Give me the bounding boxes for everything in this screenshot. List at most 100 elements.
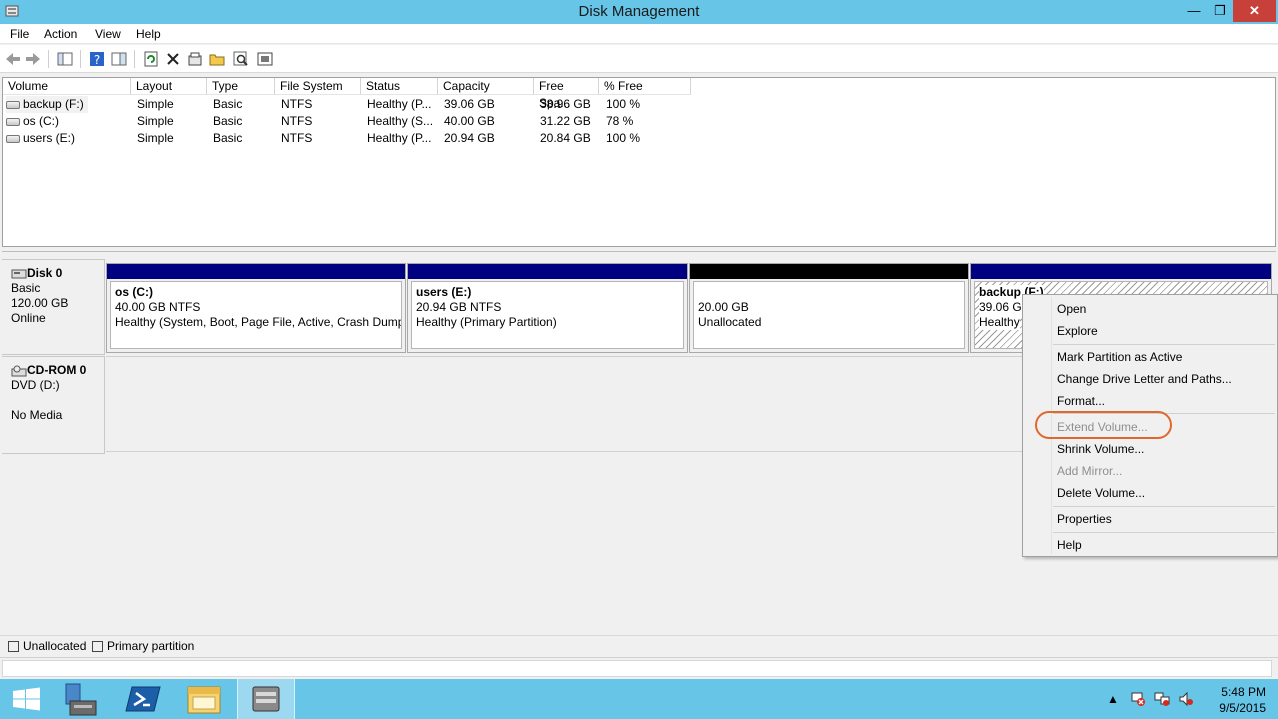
menu-item-delete-volume[interactable]: Delete Volume... xyxy=(1057,485,1145,501)
menu-item-change-drive-letter[interactable]: Change Drive Letter and Paths... xyxy=(1057,371,1232,387)
table-row[interactable]: users (E:) Simple Basic NTFS Healthy (P.… xyxy=(3,130,703,147)
search-icon[interactable] xyxy=(232,50,250,68)
menu-help[interactable]: Help xyxy=(136,27,161,41)
cdrom-icon xyxy=(11,365,27,377)
menu-view[interactable]: View xyxy=(95,27,121,41)
delete-icon[interactable] xyxy=(164,50,182,68)
windows-logo-icon xyxy=(13,687,40,711)
type-cell: Basic xyxy=(213,131,243,145)
help-icon[interactable]: ? xyxy=(88,50,106,68)
column-header-status[interactable]: Status xyxy=(361,78,438,95)
type-cell: Basic xyxy=(213,114,243,128)
partition-size: 40.00 GB NTFS xyxy=(115,300,201,314)
maximize-button[interactable]: ❐ xyxy=(1206,0,1234,22)
partition-bar xyxy=(971,264,1271,279)
legend-swatch-primary xyxy=(92,641,103,652)
capacity-cell: 20.94 GB xyxy=(444,131,495,145)
menu-item-open[interactable]: Open xyxy=(1057,301,1086,317)
status-cell: Healthy (S... xyxy=(367,114,434,128)
column-header-type[interactable]: Type xyxy=(207,78,275,95)
forward-arrow-icon[interactable] xyxy=(24,50,42,68)
cdrom-0-label[interactable]: CD-ROM 0 DVD (D:) No Media xyxy=(2,356,105,454)
menu-file[interactable]: File xyxy=(10,27,29,41)
file-system-cell: NTFS xyxy=(281,114,313,128)
title-bar: Disk Management — ❐ ✕ xyxy=(0,0,1278,24)
partition-status: Healthy xyxy=(979,315,1020,330)
server-manager-icon[interactable] xyxy=(56,679,114,719)
partition-os[interactable]: os (C:) 40.00 GB NTFS Healthy (System, B… xyxy=(106,263,406,353)
back-arrow-icon[interactable] xyxy=(4,50,22,68)
drive-icon xyxy=(6,117,20,126)
status-cell: Healthy (P... xyxy=(367,131,432,145)
partition-users[interactable]: users (E:) 20.94 GB NTFS Healthy (Primar… xyxy=(407,263,688,353)
volume-name: users (E:) xyxy=(23,131,76,145)
free-space-cell: 20.84 GB xyxy=(540,131,591,145)
column-header-volume[interactable]: Volume xyxy=(3,78,131,95)
drive-settings-icon[interactable] xyxy=(256,50,274,68)
menu-bar: File Action View Help xyxy=(0,24,1278,44)
close-button[interactable]: ✕ xyxy=(1233,0,1276,22)
menu-item-help[interactable]: Help xyxy=(1057,537,1082,553)
drive-icon xyxy=(6,100,20,109)
refresh-icon[interactable] xyxy=(142,50,160,68)
file-system-cell: NTFS xyxy=(281,131,313,145)
menu-item-add-mirror[interactable]: Add Mirror... xyxy=(1057,463,1122,479)
disk-management-taskbar-button[interactable] xyxy=(237,679,295,719)
menu-item-mark-active[interactable]: Mark Partition as Active xyxy=(1057,349,1182,365)
volume-name: os (C:) xyxy=(23,114,59,128)
show-hidden-icons-icon[interactable]: ▲ xyxy=(1107,692,1119,706)
partition-bar xyxy=(107,264,405,279)
volume-muted-icon[interactable] xyxy=(1178,691,1194,707)
powershell-icon[interactable] xyxy=(116,679,174,719)
open-folder-icon[interactable] xyxy=(208,50,226,68)
partition-bar xyxy=(690,264,968,279)
clock-date: 9/5/2015 xyxy=(1219,701,1266,715)
status-bar xyxy=(0,657,1278,679)
taskbar: ▲ 5:48 PM 9/5/2015 xyxy=(0,679,1278,719)
column-header-layout[interactable]: Layout xyxy=(131,78,207,95)
cdrom-drive: DVD (D:) xyxy=(11,378,60,392)
table-row[interactable]: backup (F:) Simple Basic NTFS Healthy (P… xyxy=(3,96,703,113)
column-header-file-system[interactable]: File System xyxy=(275,78,361,95)
status-cell: Healthy (P... xyxy=(367,97,432,111)
menu-item-properties[interactable]: Properties xyxy=(1057,511,1112,527)
file-system-cell: NTFS xyxy=(281,97,313,111)
menu-action[interactable]: Action xyxy=(44,27,77,41)
disk-type: Basic xyxy=(11,281,41,295)
capacity-cell: 39.06 GB xyxy=(444,97,495,111)
network-icon[interactable] xyxy=(1154,691,1170,707)
details-pane-icon[interactable] xyxy=(110,50,128,68)
minimize-button[interactable]: — xyxy=(1180,0,1208,22)
legend-label-primary: Primary partition xyxy=(107,639,195,653)
partition-name: os (C:) xyxy=(115,285,153,299)
action-center-icon[interactable] xyxy=(1130,691,1146,707)
disk-0-label[interactable]: Disk 0 Basic 120.00 GB Online xyxy=(2,259,105,355)
volume-list: Volume Layout Type File System Status Ca… xyxy=(2,77,1276,247)
type-cell: Basic xyxy=(213,97,243,111)
disk-icon xyxy=(11,269,27,279)
status-bar-cell xyxy=(2,660,1272,677)
file-explorer-icon[interactable] xyxy=(176,679,234,719)
percent-free-cell: 78 % xyxy=(606,114,634,128)
column-header-free-space[interactable]: Free Spa... xyxy=(534,78,599,110)
column-header-percent-free[interactable]: % Free xyxy=(599,78,691,95)
legend-swatch-unallocated xyxy=(8,641,19,652)
column-header-capacity[interactable]: Capacity xyxy=(438,78,534,95)
properties-icon[interactable] xyxy=(186,50,204,68)
partition-size: 20.00 GB xyxy=(698,300,749,314)
taskbar-clock[interactable]: 5:48 PM 9/5/2015 xyxy=(1219,684,1266,716)
start-button[interactable] xyxy=(0,679,58,719)
menu-item-shrink-volume[interactable]: Shrink Volume... xyxy=(1057,441,1144,457)
drive-icon xyxy=(6,134,20,143)
partition-status: Healthy (Primary Partition) xyxy=(416,315,557,329)
layout-cell: Simple xyxy=(137,131,174,145)
disk-size: 120.00 GB xyxy=(11,296,69,310)
menu-item-explore[interactable]: Explore xyxy=(1057,323,1098,339)
table-row[interactable]: os (C:) Simple Basic NTFS Healthy (S... … xyxy=(3,113,703,130)
cdrom-media: No Media xyxy=(11,408,63,422)
menu-item-format[interactable]: Format... xyxy=(1057,393,1105,409)
cdrom-name: CD-ROM 0 xyxy=(27,363,87,377)
volume-name: backup (F:) xyxy=(23,97,84,111)
partition-unallocated[interactable]: 20.00 GB Unallocated xyxy=(689,263,969,353)
console-tree-icon[interactable] xyxy=(56,50,74,68)
